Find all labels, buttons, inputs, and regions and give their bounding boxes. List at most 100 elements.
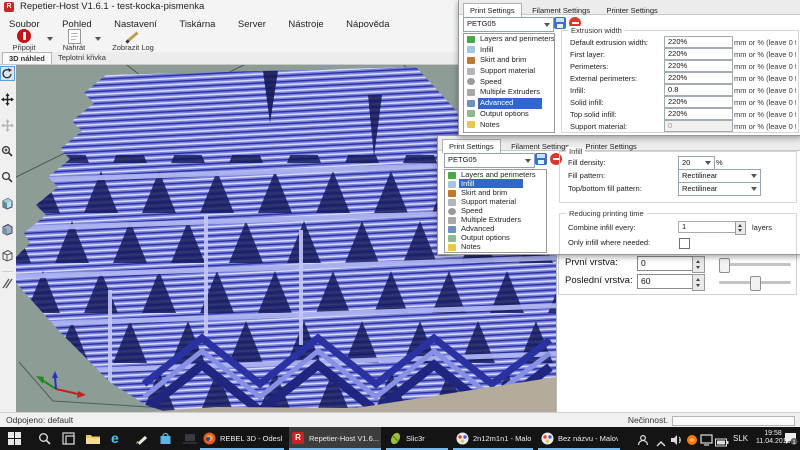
row-label: External perimeters:: [570, 74, 637, 83]
cross-section-icon[interactable]: [1, 277, 14, 290]
cat-advanced[interactable]: Advanced: [445, 224, 546, 233]
load-dropdown-icon[interactable]: [95, 37, 101, 41]
zoom-out-icon[interactable]: [1, 171, 14, 184]
row-input[interactable]: 220%: [664, 108, 733, 120]
infill-icon: [467, 46, 475, 53]
display-icon[interactable]: [700, 433, 713, 446]
people-icon[interactable]: [637, 433, 650, 446]
preset-combo[interactable]: PETG05: [463, 17, 554, 32]
volume-icon[interactable]: [670, 433, 683, 446]
edge-icon[interactable]: e: [111, 432, 124, 445]
move-viewpoint-icon[interactable]: [1, 119, 14, 132]
file-explorer-icon[interactable]: [86, 432, 99, 445]
tab-temperature-curve[interactable]: Teplotní křivka: [52, 52, 112, 63]
first-layer-slider-handle[interactable]: [719, 258, 730, 273]
first-layer-slider[interactable]: [719, 263, 791, 266]
show-log-button[interactable]: Zobrazit Log: [104, 28, 162, 52]
load-button[interactable]: Nahrát: [56, 28, 92, 52]
first-layer-input[interactable]: 0: [637, 256, 695, 271]
progress-bar: [672, 416, 795, 426]
save-preset-icon[interactable]: [535, 153, 547, 165]
tab-print-settings[interactable]: Print Settings: [463, 3, 522, 17]
last-layer-slider-handle[interactable]: [750, 276, 761, 291]
fill-density-combo[interactable]: 20: [678, 156, 715, 170]
tab-3d-preview[interactable]: 3D náhled: [2, 52, 52, 64]
connect-button[interactable]: Připojit: [4, 28, 44, 52]
dark-app-icon[interactable]: [183, 432, 196, 445]
tab-printer-settings[interactable]: Printer Settings: [600, 4, 663, 17]
cat-notes[interactable]: Notes: [445, 242, 546, 251]
action-center-icon[interactable]: 1: [784, 432, 797, 445]
cat-skirt[interactable]: Skirt and brim: [445, 188, 546, 197]
cat-support[interactable]: Support material: [445, 197, 546, 206]
cat-extruders[interactable]: Multiple Extruders: [464, 87, 554, 98]
taskbar-button-firefox[interactable]: REBEL 3D - Odeslat..: [200, 427, 284, 450]
cat-layers[interactable]: Layers and perimeters: [445, 170, 546, 179]
zoom-in-icon[interactable]: [1, 145, 14, 158]
fill-pattern-label: Fill pattern:: [568, 171, 605, 180]
row-input[interactable]: 220%: [664, 60, 733, 72]
draw-app-icon[interactable]: [135, 432, 148, 445]
combine-infill-spinner[interactable]: [735, 221, 746, 235]
taskbar-button-slic3r[interactable]: Slic3r: [386, 427, 448, 450]
taskbar-button-paint-1[interactable]: 2n12m1n1 - Malov...: [453, 427, 533, 450]
layers-icon: [467, 36, 475, 43]
search-icon[interactable]: [38, 432, 51, 445]
only-infill-checkbox[interactable]: [679, 238, 690, 249]
cat-support[interactable]: Support material: [464, 66, 554, 77]
row-input[interactable]: 220%: [664, 36, 733, 48]
last-layer-slider[interactable]: [719, 281, 791, 284]
repetier-icon: R: [292, 432, 305, 445]
advanced-icon: [448, 226, 456, 233]
cat-notes[interactable]: Notes: [464, 120, 554, 131]
row-input[interactable]: 220%: [664, 48, 733, 60]
cat-output[interactable]: Output options: [445, 233, 546, 242]
language-indicator[interactable]: SLK: [733, 434, 748, 443]
preset-combo[interactable]: PETG05: [444, 153, 535, 168]
cat-speed[interactable]: Speed: [464, 77, 554, 88]
taskbar-button-repetier[interactable]: R Repetier-Host V1.6...: [289, 427, 381, 450]
last-layer-spinner[interactable]: [692, 274, 705, 291]
store-icon[interactable]: [159, 432, 172, 445]
row-hint: mm or % (leave 0 for default): [734, 50, 796, 59]
tray-expand-icon[interactable]: [656, 435, 669, 448]
row-input[interactable]: 0.8: [664, 84, 733, 96]
move-object-icon[interactable]: [1, 93, 14, 106]
row-input[interactable]: 220%: [664, 72, 733, 84]
cat-output[interactable]: Output options: [464, 109, 554, 120]
tab-filament-settings[interactable]: Filament Settings: [526, 4, 596, 17]
cat-infill[interactable]: Infill: [445, 179, 546, 188]
fill-pattern-combo[interactable]: Rectilinear: [678, 169, 761, 183]
cat-advanced[interactable]: Advanced: [464, 98, 554, 109]
layers-icon: [448, 172, 456, 179]
antivirus-icon[interactable]: [686, 433, 699, 446]
connect-dropdown-icon[interactable]: [47, 37, 53, 41]
cat-extruders[interactable]: Multiple Extruders: [445, 215, 546, 224]
combine-infill-input[interactable]: 1: [678, 221, 739, 233]
last-layer-input[interactable]: 60: [637, 274, 695, 289]
start-button[interactable]: [8, 432, 21, 445]
task-view-icon[interactable]: [62, 432, 75, 445]
cat-layers[interactable]: Layers and perimeters: [464, 34, 554, 45]
save-preset-icon[interactable]: [554, 17, 566, 29]
activity-status: Nečinnost.: [598, 415, 668, 425]
cat-skirt[interactable]: Skirt and brim: [464, 55, 554, 66]
row-hint: mm or % (leave 0 for default): [734, 122, 796, 131]
wireframe-view-icon[interactable]: [1, 249, 14, 262]
solid-view-icon[interactable]: [1, 223, 14, 236]
battery-icon[interactable]: [715, 434, 728, 447]
row-input[interactable]: 220%: [664, 96, 733, 108]
cat-speed[interactable]: Speed: [445, 206, 546, 215]
category-list: Layers and perimeters Infill Skirt and b…: [444, 169, 547, 253]
tab-print-settings[interactable]: Print Settings: [442, 139, 501, 153]
output-icon: [448, 235, 456, 242]
reducing-time-group: Reducing printing time Combine infill ev…: [559, 213, 797, 254]
combine-infill-label: Combine infill every:: [568, 223, 636, 232]
rotate-view-icon[interactable]: [1, 67, 14, 80]
first-layer-spinner[interactable]: [692, 256, 705, 273]
taskbar-button-paint-2[interactable]: Bez názvu - Malová...: [538, 427, 620, 450]
top-bottom-pattern-combo[interactable]: Rectilinear: [678, 182, 761, 196]
slic3r-tabbar: Print Settings Filament Settings Printer…: [438, 136, 800, 151]
isometric-view-icon[interactable]: [1, 197, 14, 210]
cat-infill[interactable]: Infill: [464, 45, 554, 56]
